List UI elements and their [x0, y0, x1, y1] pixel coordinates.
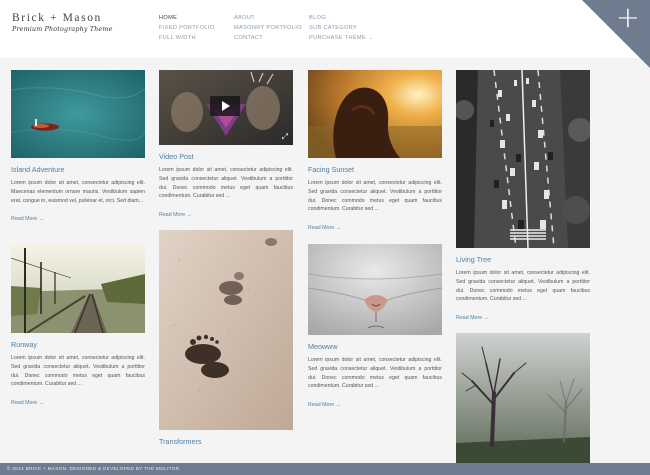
plus-icon[interactable]: + [616, 2, 640, 32]
post-card: Transformers [159, 230, 293, 451]
nav-purchase-theme[interactable]: PURCHASE THEME → [309, 33, 374, 43]
post-card: Island Adventure Lorem ipsum dolor sit a… [11, 70, 145, 222]
post-image-railway[interactable] [11, 244, 145, 333]
video-play-button[interactable] [210, 96, 240, 116]
site-header: Brick + Mason Premium Photography Theme … [0, 0, 650, 68]
read-more-link[interactable]: Read More → [11, 400, 145, 406]
play-icon [222, 101, 230, 111]
site-logo[interactable]: Brick + Mason Premium Photography Theme [12, 12, 113, 33]
nav-sub-category[interactable]: SUB CATEGORY [309, 23, 374, 33]
post-title[interactable]: Runway [11, 340, 145, 349]
post-video-player[interactable]: ⤢ [159, 70, 293, 145]
nav-column-1: HOME FIXED PORTFOLIO FULL WIDTH [159, 13, 215, 43]
post-card: Runway Lorem ipsum dolor sit amet, conse… [11, 244, 145, 406]
nav-column-3: BLOG SUB CATEGORY PURCHASE THEME → [309, 13, 374, 43]
post-card: ⤢ Video Post Lorem ipsum dolor sit amet,… [159, 70, 293, 218]
post-image-road[interactable] [456, 70, 590, 248]
read-more-link[interactable]: Read More → [456, 315, 590, 321]
read-more-link[interactable]: Read More → [308, 225, 442, 231]
post-image-cat[interactable] [308, 244, 442, 335]
post-image-trees[interactable] [456, 333, 590, 463]
post-excerpt: Lorem ipsum dolor sit amet, consectetur … [11, 355, 145, 388]
footer-copyright: © 2014 BRICK + MASON. DESIGNED & DEVELOP… [7, 466, 180, 471]
post-title[interactable]: Island Adventure [11, 165, 145, 174]
post-card: Meowww Lorem ipsum dolor sit amet, conse… [308, 244, 442, 408]
post-title[interactable]: Video Post [159, 152, 293, 161]
post-card [456, 333, 590, 463]
nav-fixed-portfolio[interactable]: FIXED PORTFOLIO [159, 23, 215, 33]
site-tagline: Premium Photography Theme [12, 26, 113, 33]
post-excerpt: Lorem ipsum dolor sit amet, consectetur … [308, 180, 442, 213]
post-image-sunset[interactable] [308, 70, 442, 158]
read-more-link[interactable]: Read More → [11, 216, 145, 222]
read-more-link[interactable]: Read More → [159, 212, 293, 218]
post-title[interactable]: Meowww [308, 342, 442, 351]
post-excerpt: Lorem ipsum dolor sit amet, consectetur … [308, 357, 442, 390]
post-image-footprints[interactable] [159, 230, 293, 430]
nav-home[interactable]: HOME [159, 13, 215, 23]
post-card: Living Tree Lorem ipsum dolor sit amet, … [456, 70, 590, 321]
site-footer: © 2014 BRICK + MASON. DESIGNED & DEVELOP… [0, 463, 650, 475]
post-excerpt: Lorem ipsum dolor sit amet, consectetur … [456, 270, 590, 303]
nav-column-2: ABOUT MASONRY PORTFOLIO CONTACT [234, 13, 302, 43]
nav-contact[interactable]: CONTACT [234, 33, 302, 43]
post-excerpt: Lorem ipsum dolor sit amet, consectetur … [11, 180, 145, 204]
read-more-link[interactable]: Read More → [308, 402, 442, 408]
fullscreen-icon[interactable]: ⤢ [282, 133, 288, 141]
site-title[interactable]: Brick + Mason [12, 12, 113, 24]
post-title[interactable]: Transformers [159, 437, 293, 446]
post-excerpt: Lorem ipsum dolor sit amet, consectetur … [159, 167, 293, 200]
post-title[interactable]: Living Tree [456, 255, 590, 264]
post-image-island[interactable] [11, 70, 145, 158]
nav-masonry-portfolio[interactable]: MASONRY PORTFOLIO [234, 23, 302, 33]
post-card: Facing Sunset Lorem ipsum dolor sit amet… [308, 70, 442, 231]
post-title[interactable]: Facing Sunset [308, 165, 442, 174]
nav-about[interactable]: ABOUT [234, 13, 302, 23]
nav-blog[interactable]: BLOG [309, 13, 374, 23]
nav-full-width[interactable]: FULL WIDTH [159, 33, 215, 43]
